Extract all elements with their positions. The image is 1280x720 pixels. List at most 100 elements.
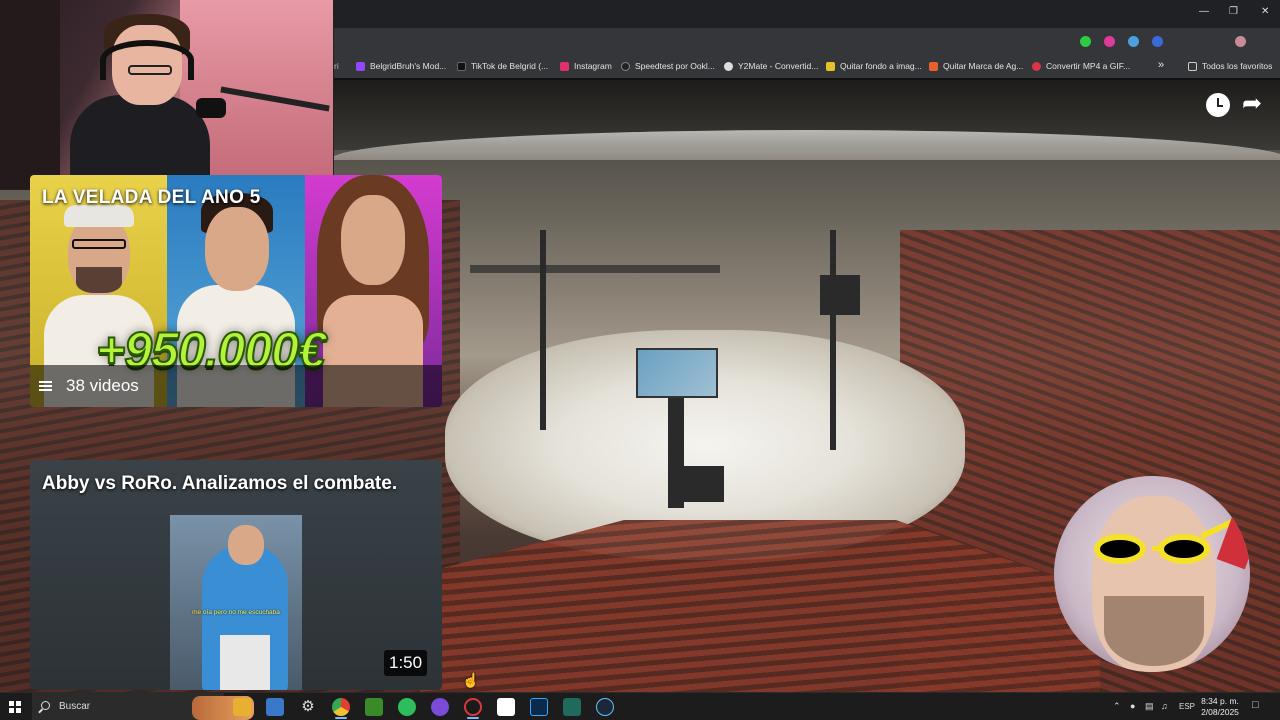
- search-input[interactable]: Buscar: [59, 701, 90, 712]
- bookmarks-overflow-button[interactable]: »: [1158, 59, 1164, 71]
- twitch-icon: [356, 61, 365, 71]
- notification-icon[interactable]: □: [1252, 699, 1259, 711]
- speedtest-icon: [621, 61, 630, 71]
- windows-start-icon[interactable]: [9, 701, 21, 713]
- bookmark-item[interactable]: Speedtest por Ookl...: [621, 61, 715, 71]
- streamer-webcam: [0, 0, 334, 190]
- app-icon[interactable]: [563, 698, 581, 716]
- mouse-cursor-icon: ☝: [462, 672, 480, 688]
- bookmark-item[interactable]: Quitar fondo a imag...: [826, 61, 922, 71]
- bookmark-label: Speedtest por Ookl...: [635, 61, 715, 71]
- center-screen: [636, 348, 718, 398]
- extension-icon[interactable]: [1128, 36, 1139, 47]
- bookmark-label: BelgridBruh's Mod...: [370, 61, 447, 71]
- sunglasses-lens: [1094, 534, 1146, 564]
- bookmark-item[interactable]: Quitar Marca de Ag...: [929, 61, 1023, 71]
- gif-icon: [1032, 61, 1041, 71]
- chrome-icon[interactable]: [332, 698, 350, 716]
- video-title: Abby vs RoRo. Analizamos el combate.: [42, 473, 398, 494]
- active-indicator: [467, 717, 479, 719]
- thumbnail-subtitle: me oía pero no me escuchaba: [192, 609, 280, 616]
- playlist-icon: [39, 381, 52, 391]
- lighting-truss: [470, 265, 720, 273]
- guest-beard: [1104, 596, 1204, 666]
- snipping-tool-icon[interactable]: [266, 698, 284, 716]
- microphone-icon[interactable]: ●: [1130, 701, 1135, 711]
- watermark-icon: [929, 61, 938, 71]
- person-face: [205, 207, 269, 291]
- bookmark-label: Instagram: [574, 61, 612, 71]
- bookmark-label: Y2Mate - Convertid...: [738, 61, 819, 71]
- beard: [76, 267, 122, 293]
- xbox-icon[interactable]: [398, 698, 416, 716]
- minimize-icon[interactable]: —: [1199, 6, 1209, 17]
- taskbar: Buscar ⚙ ⌃ ● ▤ ♫ ESP 8:34 p. m. 2/08/202…: [0, 692, 1280, 720]
- close-icon[interactable]: ✕: [1261, 6, 1269, 17]
- steam-icon[interactable]: [596, 698, 614, 716]
- glasses: [128, 65, 172, 75]
- person-face: [228, 525, 264, 565]
- clock-date: 2/08/2025: [1201, 707, 1239, 717]
- screen: — ❐ ✕ ▣ ☆ ▦ ≡ ⋮ ri BelgridBruh's Mod... …: [0, 0, 1280, 720]
- y2mate-icon: [724, 61, 733, 71]
- taskbar-search[interactable]: Buscar: [32, 693, 254, 720]
- volume-icon[interactable]: ♫: [1161, 701, 1168, 711]
- clock-time: 8:34 p. m.: [1201, 696, 1239, 706]
- guest-webcam: [1054, 476, 1250, 672]
- video-duration: 1:50: [384, 650, 428, 676]
- bookmark-item[interactable]: Instagram: [560, 61, 612, 71]
- bookmark-item[interactable]: TikTok de Belgrid (...: [457, 61, 548, 71]
- person-face: [341, 195, 405, 285]
- all-bookmarks-button[interactable]: Todos los favoritos: [1188, 61, 1272, 71]
- microphone: [196, 98, 226, 118]
- profile-avatar[interactable]: [1235, 36, 1246, 47]
- extension-icon[interactable]: [1080, 36, 1091, 47]
- bookmark-label: Quitar fondo a imag...: [840, 61, 922, 71]
- obs-icon[interactable]: [464, 698, 482, 716]
- bookmark-label: Quitar Marca de Ag...: [943, 61, 1024, 71]
- capcut-icon[interactable]: [497, 698, 515, 716]
- tray-overflow-icon[interactable]: ⌃: [1113, 701, 1121, 712]
- search-icon: [41, 701, 50, 710]
- taskbar-clock[interactable]: 8:34 p. m. 2/08/2025: [1198, 696, 1242, 718]
- watch-later-icon[interactable]: [1206, 93, 1230, 117]
- all-bookmarks-label: Todos los favoritos: [1202, 61, 1273, 71]
- network-icon[interactable]: ▤: [1145, 701, 1154, 712]
- bookmark-item[interactable]: Convertir MP4 a GIF...: [1032, 61, 1130, 71]
- person-shorts: [220, 635, 270, 690]
- extension-icon[interactable]: [1152, 36, 1163, 47]
- stage-box: [682, 466, 724, 502]
- extension-icon[interactable]: [1104, 36, 1115, 47]
- removebg-icon: [826, 61, 835, 71]
- bookmark-item[interactable]: BelgridBruh's Mod...: [356, 61, 446, 71]
- instagram-icon: [560, 61, 569, 71]
- playlist-title: LA VELADA DEL ANO 5: [42, 187, 261, 208]
- lighting-rig: [540, 230, 546, 430]
- cap-brim: [1216, 502, 1250, 570]
- bookmark-item[interactable]: Y2Mate - Convertid...: [724, 61, 818, 71]
- playlist-info-bar: 38 videos: [30, 365, 442, 407]
- messenger-icon[interactable]: [431, 698, 449, 716]
- sunglasses-bridge: [1152, 546, 1162, 551]
- tiktok-icon: [457, 61, 466, 71]
- active-indicator: [335, 717, 347, 719]
- bookmark-label: TikTok de Belgrid (...: [471, 61, 549, 71]
- file-explorer-icon[interactable]: [233, 698, 251, 716]
- speaker-stack: [820, 275, 860, 315]
- end-screen-video-card[interactable]: me oía pero no me escuchaba Abby vs RoRo…: [30, 460, 442, 690]
- minecraft-icon[interactable]: [365, 698, 383, 716]
- playlist-video-count: 38 videos: [66, 376, 139, 395]
- end-screen-playlist-card[interactable]: LA VELADA DEL ANO 5 +950.000€ 38 videos: [30, 175, 442, 407]
- photoshop-icon[interactable]: [530, 698, 548, 716]
- bookmark-item[interactable]: ri: [334, 61, 339, 71]
- video-thumbnail: me oía pero no me escuchaba: [170, 515, 302, 690]
- webcam-shelf: [0, 0, 60, 189]
- bookmark-label: Convertir MP4 a GIF...: [1046, 61, 1131, 71]
- lighting-rig: [830, 230, 836, 450]
- settings-gear-icon[interactable]: ⚙: [299, 698, 317, 716]
- glasses: [72, 239, 126, 249]
- folder-icon: [1188, 61, 1197, 71]
- language-indicator[interactable]: ESP: [1179, 702, 1195, 711]
- share-icon[interactable]: ➦: [1242, 92, 1262, 116]
- restore-icon[interactable]: ❐: [1229, 6, 1238, 17]
